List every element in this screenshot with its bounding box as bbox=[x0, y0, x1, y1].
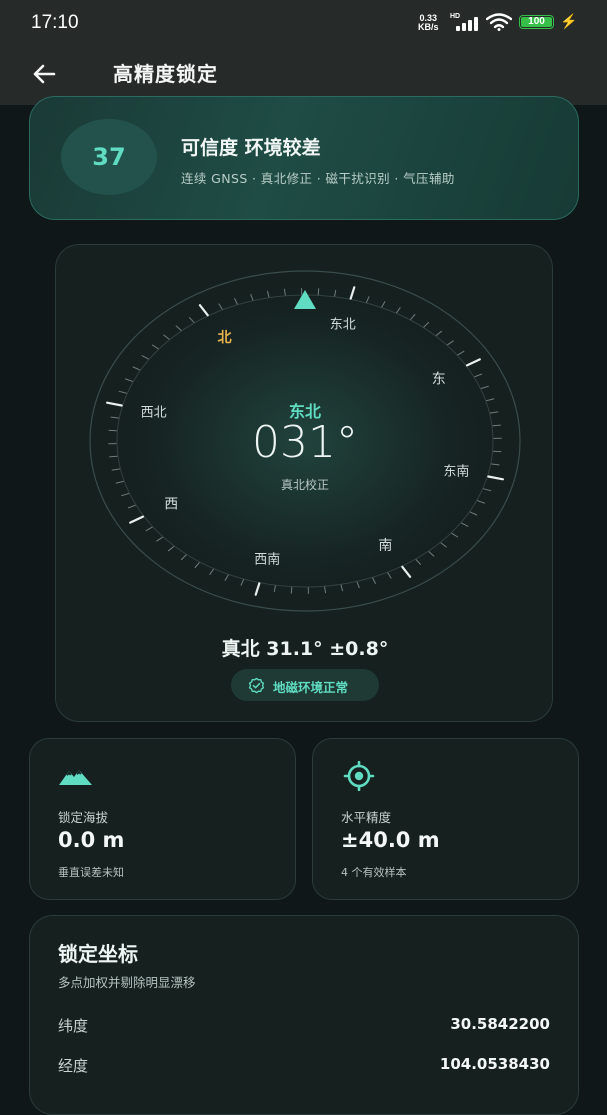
environment-status-badge: 地磁环境正常 bbox=[231, 669, 379, 701]
crosshair-target-icon bbox=[341, 761, 377, 791]
arrow-left-icon[interactable] bbox=[30, 60, 58, 88]
altitude-card: 锁定海拔 0.0 m 垂直误差未知 bbox=[29, 738, 296, 900]
verified-check-icon bbox=[248, 677, 265, 694]
heading-note: 真北校正 bbox=[56, 476, 554, 493]
status-time: 17:10 bbox=[31, 12, 79, 34]
dir-label-northeast: 东北 bbox=[330, 317, 356, 332]
coordinate-value: 104.0538430 bbox=[440, 1055, 550, 1073]
environment-status-label: 地磁环境正常 bbox=[273, 677, 348, 696]
confidence-score: 37 bbox=[61, 119, 157, 195]
altitude-label: 锁定海拔 bbox=[58, 807, 108, 826]
coordinates-card: 锁定坐标 多点加权并剔除明显漂移 纬度 30.5842200 经度 104.05… bbox=[29, 915, 579, 1115]
compass-card: 北 东北 东 东南 南 西南 西 西北 东北 031° 真北校正 真北 31.1… bbox=[55, 244, 553, 722]
dir-label-southwest: 西南 bbox=[254, 552, 280, 568]
confidence-card: 37 可信度 环境较差 连续 GNSS · 真北修正 · 磁干扰识别 · 气压辅… bbox=[29, 96, 579, 220]
true-north-reading: 真北 31.1° ±0.8° bbox=[56, 634, 554, 661]
status-bar: 17:10 0.33 KB/s HD 100 ⚡ bbox=[0, 0, 607, 44]
accuracy-value: ±40.0 m bbox=[341, 828, 440, 852]
coordinate-label: 纬度 bbox=[58, 1015, 88, 1036]
page-title: 高精度锁定 bbox=[113, 58, 218, 87]
accuracy-note: 4 个有效样本 bbox=[341, 864, 407, 880]
coordinate-label: 经度 bbox=[58, 1055, 88, 1076]
dir-label-south: 南 bbox=[378, 538, 392, 554]
network-rate: 0.33 KB/s bbox=[418, 14, 439, 32]
altitude-note: 垂直误差未知 bbox=[58, 864, 124, 880]
charging-icon: ⚡ bbox=[560, 13, 577, 30]
dir-label-north: 北 bbox=[218, 330, 232, 346]
wifi-icon bbox=[486, 13, 512, 31]
confidence-sources: 连续 GNSS · 真北修正 · 磁干扰识别 · 气压辅助 bbox=[181, 168, 455, 187]
compass-minor-tick bbox=[291, 587, 292, 593]
mountain-icon bbox=[58, 763, 94, 789]
coordinates-title: 锁定坐标 bbox=[58, 938, 138, 967]
coordinates-subtitle: 多点加权并剔除明显漂移 bbox=[58, 972, 196, 991]
confidence-headline: 可信度 环境较差 bbox=[181, 133, 321, 160]
signal-icon bbox=[450, 15, 480, 31]
compass-minor-tick bbox=[318, 289, 319, 295]
dir-label-east: 东 bbox=[432, 372, 446, 388]
heading-value: 031° bbox=[56, 417, 554, 468]
accuracy-card: 水平精度 ±40.0 m 4 个有效样本 bbox=[312, 738, 579, 900]
battery-icon: 100 bbox=[519, 15, 554, 29]
altitude-value: 0.0 m bbox=[58, 828, 124, 852]
accuracy-label: 水平精度 bbox=[341, 807, 391, 826]
coordinate-value: 30.5842200 bbox=[450, 1015, 550, 1033]
dir-label-west: 西 bbox=[164, 496, 178, 512]
